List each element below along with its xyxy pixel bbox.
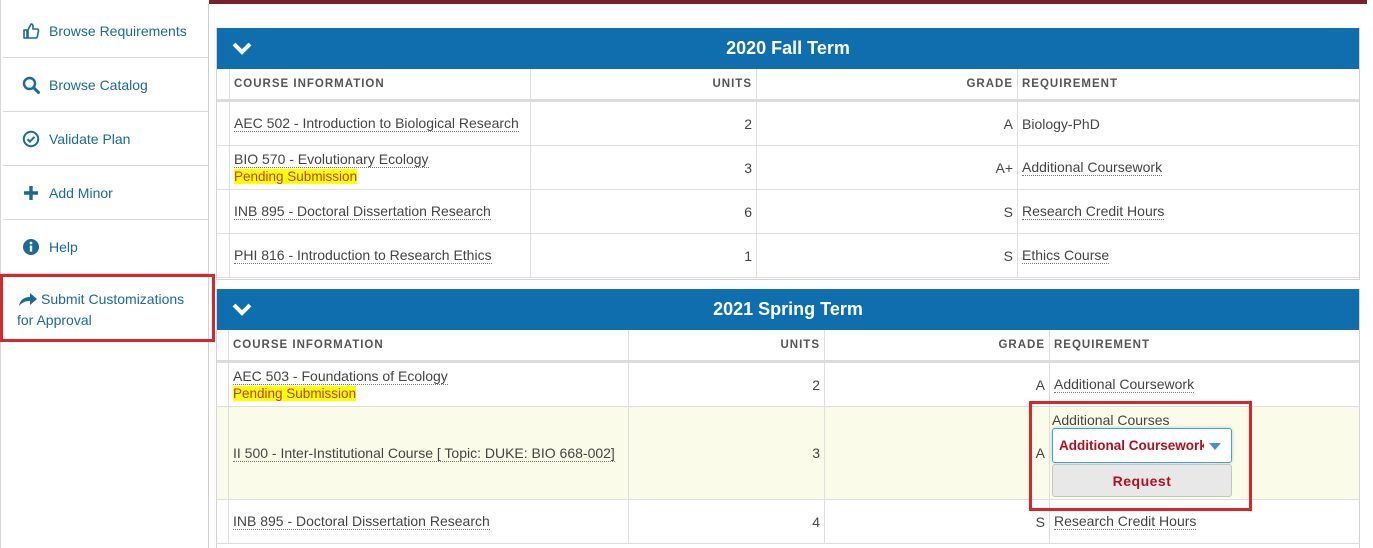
pending-status-badge: Pending Submission [233, 386, 357, 401]
units-value: 1 [530, 234, 756, 277]
course-link[interactable]: BIO 570 - Evolutionary Ecology [234, 151, 429, 168]
sidebar-item-label: Browse Requirements [49, 22, 187, 39]
spacer-cell [217, 407, 228, 499]
table-header-row: COURSE INFORMATION UNITS GRADE REQUIREME… [217, 69, 1359, 102]
table-row: INB 895 - Doctoral Dissertation Research… [217, 190, 1359, 234]
plus-icon [21, 183, 41, 203]
column-header-requirement: REQUIREMENT [1049, 330, 1359, 360]
table-row: AEC 502 - Introduction to Biological Res… [217, 102, 1359, 146]
column-header-units: UNITS [628, 330, 824, 360]
course-link[interactable]: INB 895 - Doctoral Dissertation Research [233, 513, 490, 530]
sidebar-item-add-minor[interactable]: Add Minor [3, 166, 208, 220]
spacer-cell [217, 234, 229, 277]
term-title: 2020 Fall Term [726, 38, 850, 58]
requirement-link[interactable]: Additional Coursework [1054, 376, 1195, 393]
grade-value: A [756, 102, 1017, 145]
submit-highlight-box [0, 274, 215, 342]
units-value: 4 [628, 500, 824, 543]
spacer-cell [217, 500, 228, 543]
grade-value: S [756, 190, 1017, 233]
units-value: 2 [530, 102, 756, 145]
chevron-down-icon[interactable] [231, 300, 253, 320]
pending-status-badge: Pending Submission [234, 169, 358, 184]
units-value: 6 [530, 190, 756, 233]
grade-value: A [824, 363, 1049, 406]
term-header[interactable]: 2020 Fall Term [217, 28, 1359, 69]
column-header-course: COURSE INFORMATION [228, 330, 628, 360]
course-link[interactable]: INB 895 - Doctoral Dissertation Research [234, 203, 491, 220]
term-title: 2021 Spring Term [713, 299, 863, 319]
term-header[interactable]: 2021 Spring Term [217, 289, 1359, 330]
course-link[interactable]: AEC 502 - Introduction to Biological Res… [234, 115, 519, 132]
requirement-link[interactable]: Research Credit Hours [1054, 513, 1197, 530]
column-header-grade: GRADE [756, 69, 1017, 99]
units-value: 3 [530, 146, 756, 189]
course-table: COURSE INFORMATION UNITS GRADE REQUIREME… [217, 69, 1359, 278]
column-header-course: COURSE INFORMATION [229, 69, 530, 99]
requirement-value: Biology-PhD [1017, 102, 1359, 145]
course-link[interactable]: II 500 - Inter-Institutional Course [ To… [233, 445, 615, 462]
table-row: BIO 570 - Evolutionary Ecology Pending S… [217, 146, 1359, 190]
spacer-cell [217, 69, 229, 99]
column-header-requirement: REQUIREMENT [1017, 69, 1359, 99]
term-panel-fall-2020: 2020 Fall Term COURSE INFORMATION UNITS … [216, 28, 1360, 280]
units-value: 3 [628, 407, 824, 499]
requirement-highlight-box [1029, 401, 1252, 511]
grade-value: S [824, 500, 1049, 543]
table-row: PHI 816 - Introduction to Research Ethic… [217, 234, 1359, 278]
requirement-link[interactable]: Ethics Course [1022, 247, 1110, 264]
spacer-cell [217, 146, 229, 189]
sidebar-item-validate-plan[interactable]: Validate Plan [3, 112, 208, 166]
column-header-units: UNITS [530, 69, 756, 99]
sidebar-item-browse-requirements[interactable]: Browse Requirements [3, 4, 208, 58]
chevron-down-icon[interactable] [231, 39, 253, 59]
info-icon [21, 237, 41, 257]
sidebar-item-label: Help [49, 238, 78, 255]
thumbs-up-icon [21, 21, 41, 41]
sidebar-item-label: Browse Catalog [49, 76, 148, 93]
grade-value: A [824, 407, 1049, 499]
spacer-cell [217, 102, 229, 145]
column-header-grade: GRADE [824, 330, 1049, 360]
search-icon [21, 75, 41, 95]
sidebar-item-help[interactable]: Help [3, 220, 208, 274]
sidebar-item-label: Add Minor [49, 184, 113, 201]
sidebar-item-label: Validate Plan [49, 130, 131, 147]
requirement-link[interactable]: Research Credit Hours [1022, 203, 1165, 220]
spacer-cell [217, 190, 229, 233]
sidebar-item-browse-catalog[interactable]: Browse Catalog [3, 58, 208, 112]
top-accent-rule [209, 0, 1367, 4]
table-header-row: COURSE INFORMATION UNITS GRADE REQUIREME… [217, 330, 1359, 363]
spacer-cell [217, 363, 228, 406]
units-value: 2 [628, 363, 824, 406]
spacer-cell [217, 330, 228, 360]
requirement-link[interactable]: Additional Coursework [1022, 159, 1163, 176]
course-link[interactable]: PHI 816 - Introduction to Research Ethic… [234, 247, 492, 264]
course-link[interactable]: AEC 503 - Foundations of Ecology [233, 368, 448, 385]
grade-value: S [756, 234, 1017, 277]
check-circle-icon [21, 129, 41, 149]
grade-value: A+ [756, 146, 1017, 189]
